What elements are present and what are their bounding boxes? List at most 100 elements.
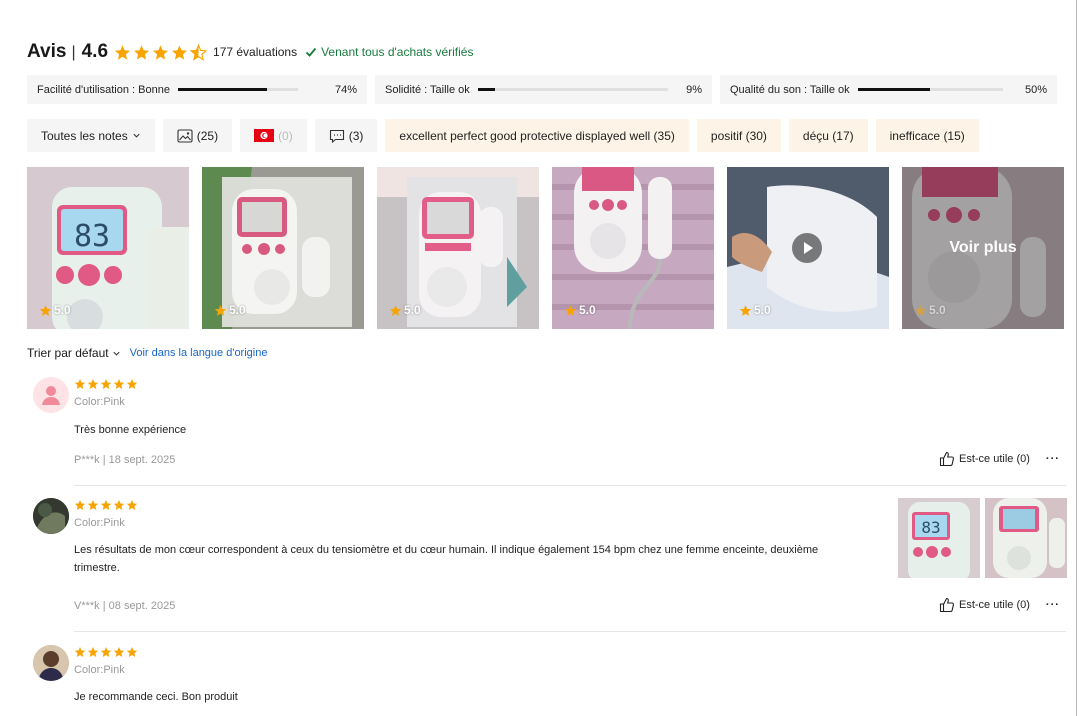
attribute-label: Facilité d'utilisation : Bonne	[37, 83, 170, 96]
star-icon	[39, 304, 52, 316]
star-icon	[113, 500, 125, 510]
review-photo[interactable]: 5.0	[552, 167, 714, 329]
see-more-label: Voir plus	[949, 239, 1017, 256]
attribute-solidity: Solidité : Taille ok 9%	[375, 75, 712, 104]
review-photo[interactable]: 83 5.0	[27, 167, 189, 329]
review-photo-gallery: 83 5.0 5.0 5.0 5.0 5.0 Voir plus 5.0	[27, 167, 1064, 329]
star-icon	[126, 500, 138, 510]
star-icon	[74, 379, 86, 389]
tag-filter-positif[interactable]: positif (30)	[696, 119, 781, 152]
avatar	[33, 498, 69, 534]
review-text: Les résultats de mon cœur correspondent …	[74, 544, 819, 574]
helpful-row: Est-ce utile (0) ···	[939, 597, 1060, 613]
play-icon[interactable]	[792, 233, 822, 263]
helpful-label: Est-ce utile (0)	[959, 453, 1030, 465]
attribute-percent: 74%	[334, 83, 357, 96]
star-icon	[153, 44, 168, 60]
photos-count: (25)	[196, 128, 219, 143]
sort-dropdown[interactable]: Trier par défaut	[27, 346, 121, 360]
average-score: 4.6	[81, 41, 109, 62]
avatar	[33, 645, 69, 681]
thumbs-up-icon	[939, 451, 954, 467]
check-icon	[305, 47, 317, 57]
star-icon	[126, 379, 138, 389]
photo-rating: 5.0	[914, 303, 946, 317]
photo-image: 83	[898, 498, 980, 578]
star-icon	[87, 500, 99, 510]
sort-row: Trier par défaut Voir dans la langue d'o…	[27, 346, 267, 360]
more-dots-icon[interactable]: ···	[1046, 599, 1060, 611]
review-stars	[74, 499, 138, 511]
reviews-header: Avis | 4.6 177 évaluations Venant tous d…	[27, 40, 473, 64]
review-photo-thumbnail[interactable]	[985, 498, 1067, 578]
see-more-photos[interactable]: Voir plus 5.0	[902, 167, 1064, 329]
chevron-down-icon	[133, 133, 140, 138]
photo-rating: 5.0	[214, 303, 246, 317]
divider	[74, 485, 1066, 486]
user-icon	[42, 386, 60, 405]
photo-rating: 5.0	[739, 303, 771, 317]
helpful-button[interactable]: Est-ce utile (0)	[939, 451, 1030, 467]
comments-count: (3)	[348, 128, 364, 143]
photo-rating: 5.0	[39, 303, 71, 317]
star-icon	[134, 44, 149, 60]
view-original-language-link[interactable]: Voir dans la langue d'origine	[130, 347, 268, 359]
device-reading: 83	[74, 219, 110, 254]
tag-filter-excellent[interactable]: excellent perfect good protective displa…	[385, 119, 689, 152]
attribute-label: Qualité du son : Taille ok	[730, 83, 850, 96]
thumbs-up-icon	[939, 597, 954, 613]
review-stars	[74, 646, 138, 658]
review-count: 177 évaluations	[213, 45, 298, 59]
review-text: Très bonne expérience	[74, 424, 187, 436]
attribute-bar	[477, 88, 668, 91]
star-icon	[564, 304, 577, 316]
star-icon	[113, 379, 125, 389]
attribute-label: Solidité : Taille ok	[385, 83, 470, 96]
review-photo-thumbnail[interactable]: 83	[898, 498, 980, 578]
photos-filter[interactable]: (25)	[162, 119, 233, 152]
star-icon	[739, 304, 752, 316]
flag-count: (0)	[278, 128, 293, 143]
attribute-bar	[177, 88, 298, 91]
review-variant: Color:Pink	[74, 517, 125, 529]
sort-label: Trier par défaut	[27, 346, 109, 360]
star-icon	[87, 379, 99, 389]
helpful-label: Est-ce utile (0)	[959, 599, 1030, 611]
tag-filter-inefficace[interactable]: inefficace (15)	[875, 119, 979, 152]
star-icon	[74, 647, 86, 657]
photo-rating: 5.0	[564, 303, 596, 317]
review-author-date: P***k | 18 sept. 2025	[74, 454, 176, 466]
review-photo[interactable]: 5.0	[202, 167, 364, 329]
review-photo[interactable]: 5.0	[377, 167, 539, 329]
review-text: Je recommande ceci. Bon produit	[74, 691, 238, 703]
photo-rating: 5.0	[389, 303, 421, 317]
review-variant: Color:Pink	[74, 396, 125, 408]
star-icon	[87, 647, 99, 657]
page-title: Avis	[27, 41, 67, 62]
verified-text: Venant tous d'achats vérifiés	[321, 45, 474, 59]
divider	[74, 631, 1066, 632]
star-icon	[389, 304, 402, 316]
review-video[interactable]: 5.0	[727, 167, 889, 329]
attribute-ratings: Facilité d'utilisation : Bonne 74% Solid…	[27, 75, 1057, 104]
image-icon	[177, 128, 193, 143]
tag-filter-decu[interactable]: déçu (17)	[788, 119, 868, 152]
star-icon	[100, 647, 112, 657]
all-notes-label: Toutes les notes	[41, 128, 128, 143]
more-dots-icon[interactable]: ···	[1046, 453, 1060, 465]
all-notes-dropdown[interactable]: Toutes les notes	[27, 119, 155, 152]
helpful-button[interactable]: Est-ce utile (0)	[939, 597, 1030, 613]
comments-filter[interactable]: (3)	[314, 119, 378, 152]
avatar-image	[33, 645, 69, 681]
review-author-date: V***k | 08 sept. 2025	[74, 600, 176, 612]
header-separator: |	[71, 44, 76, 61]
verified-note: Venant tous d'achats vérifiés	[305, 45, 473, 59]
star-icon	[113, 647, 125, 657]
review-stars	[74, 378, 138, 390]
attribute-percent: 50%	[1024, 83, 1047, 96]
star-icon	[126, 647, 138, 657]
comment-icon	[329, 129, 344, 143]
flag-icon	[254, 129, 275, 142]
attribute-bar	[857, 88, 1003, 91]
country-filter[interactable]: (0)	[240, 119, 307, 152]
